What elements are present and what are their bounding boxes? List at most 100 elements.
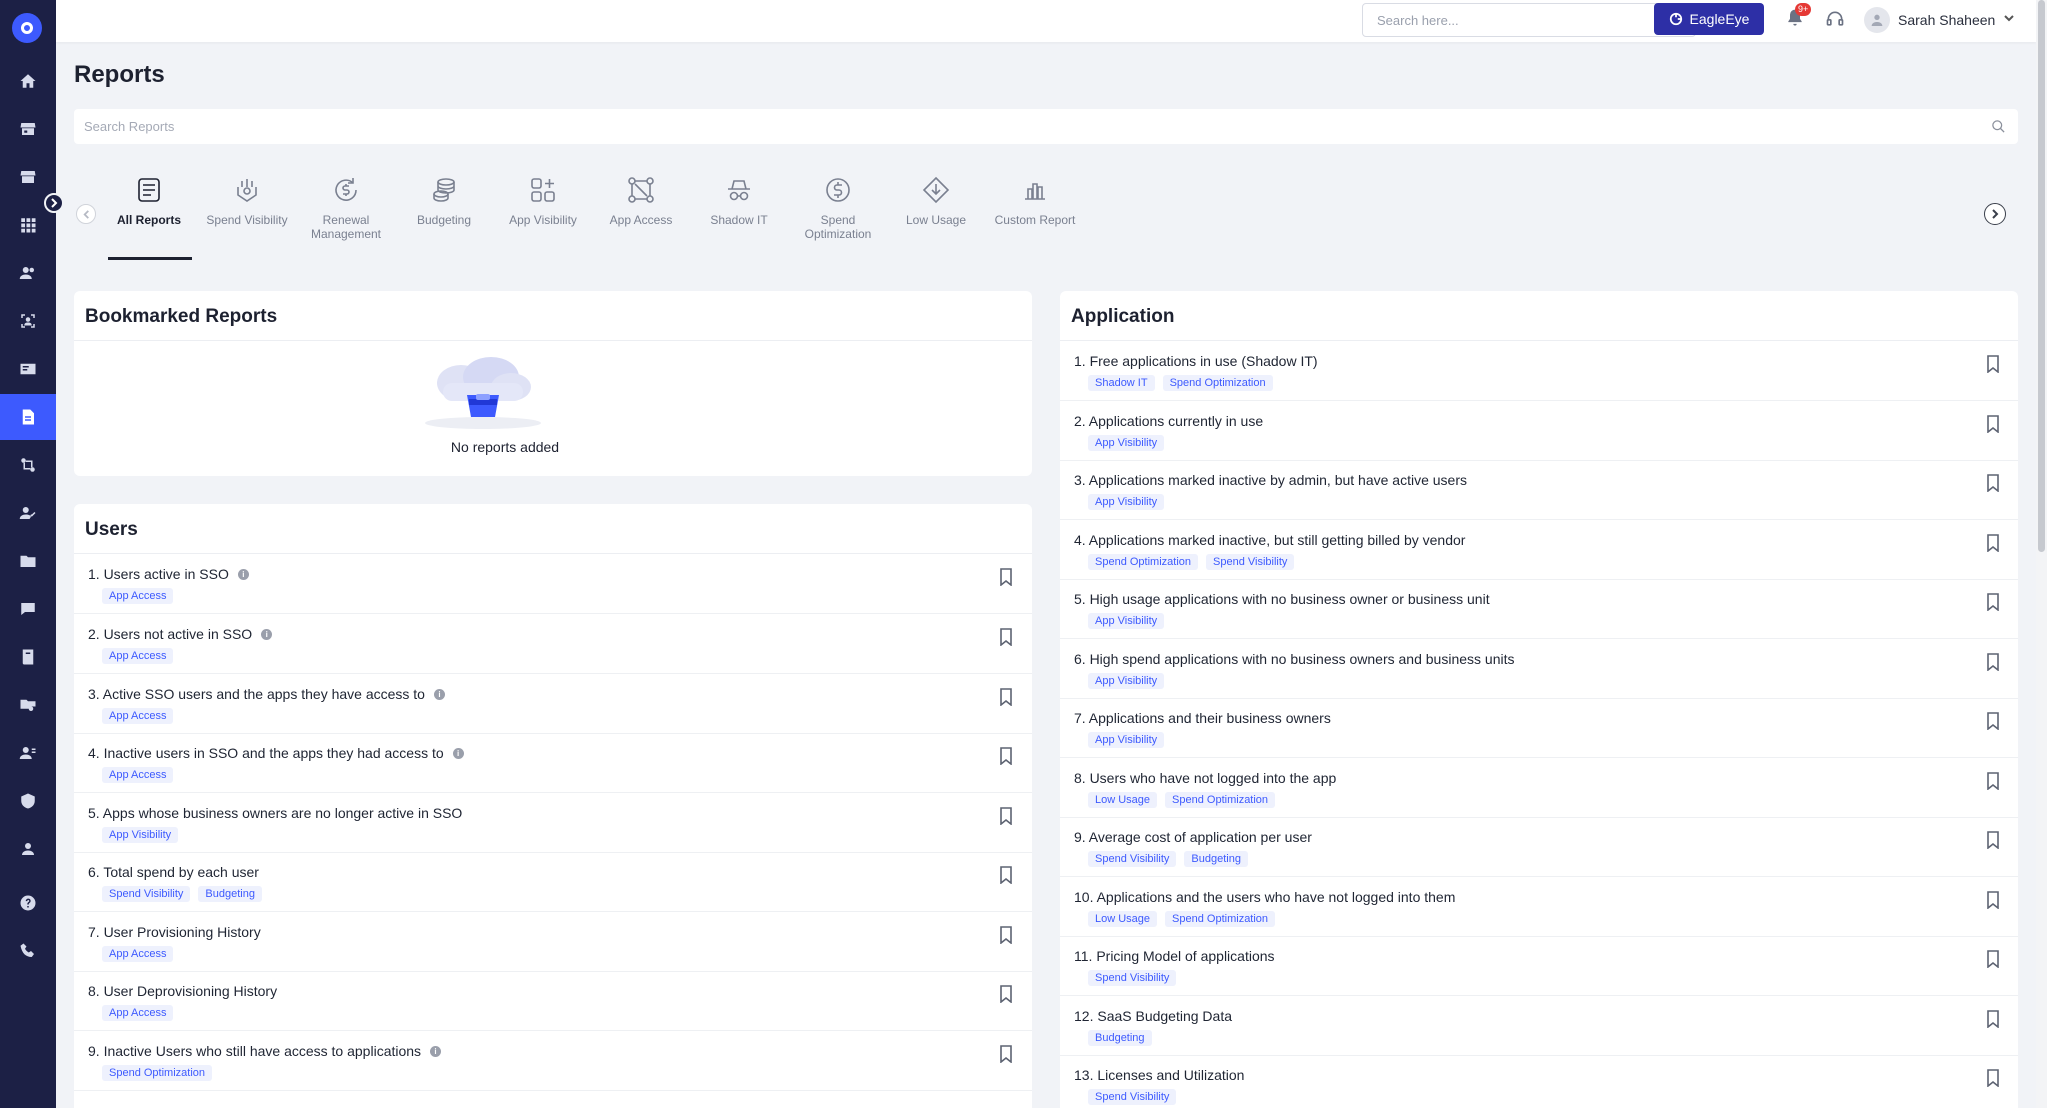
- bookmark-button[interactable]: [999, 568, 1013, 587]
- tag[interactable]: Spend Visibility: [1088, 1089, 1177, 1105]
- tab-app-visibility[interactable]: App Visibility: [494, 175, 592, 259]
- tag[interactable]: Budgeting: [1184, 851, 1248, 867]
- list-item[interactable]: 6. Total spend by each user Spend Visibi…: [74, 852, 1032, 912]
- tag[interactable]: Budgeting: [198, 886, 262, 902]
- bookmark-button[interactable]: [1986, 593, 2000, 612]
- list-item[interactable]: 13. Licenses and Utilization Spend Visib…: [1060, 1055, 2018, 1108]
- tag[interactable]: App Access: [102, 588, 174, 604]
- sidebar-item-help[interactable]: [0, 880, 56, 926]
- category-next-button[interactable]: [1984, 203, 2006, 225]
- sidebar-item-teams[interactable]: [0, 730, 56, 776]
- list-item[interactable]: 9. Inactive Users who still have access …: [74, 1031, 1032, 1091]
- bookmark-button[interactable]: [999, 688, 1013, 707]
- tag[interactable]: App Visibility: [102, 827, 179, 843]
- tag[interactable]: Budgeting: [1088, 1030, 1152, 1046]
- report-title[interactable]: 8. Users who have not logged into the ap…: [1074, 770, 1336, 786]
- tag[interactable]: App Access: [102, 648, 174, 664]
- reports-search-input[interactable]: [74, 109, 1954, 144]
- info-icon[interactable]: i: [261, 628, 273, 640]
- report-title[interactable]: 4. Applications marked inactive, but sti…: [1074, 532, 1465, 548]
- tag[interactable]: Spend Optimization: [1162, 375, 1273, 391]
- list-item[interactable]: 4. Inactive users in SSO and the apps th…: [74, 733, 1032, 793]
- list-item[interactable]: 8. Users who have not logged into the ap…: [1060, 758, 2018, 818]
- report-title[interactable]: 7. User Provisioning History: [88, 924, 261, 940]
- tag[interactable]: Low Usage: [1088, 911, 1158, 927]
- tag[interactable]: App Visibility: [1088, 494, 1165, 510]
- report-title[interactable]: 2. Users not active in SSO: [88, 626, 252, 642]
- tag[interactable]: Spend Optimization: [1165, 911, 1276, 927]
- sidebar-item-access[interactable]: [0, 298, 56, 344]
- list-item[interactable]: 3. Active SSO users and the apps they ha…: [74, 674, 1032, 734]
- report-title[interactable]: 12. SaaS Budgeting Data: [1074, 1008, 1232, 1024]
- report-title[interactable]: 7. Applications and their business owner…: [1074, 710, 1331, 726]
- tab-spend-visibility[interactable]: Spend Visibility: [198, 175, 296, 259]
- tag[interactable]: App Access: [102, 946, 174, 962]
- report-title[interactable]: 1. Free applications in use (Shadow IT): [1074, 353, 1318, 369]
- report-title[interactable]: 8. User Deprovisioning History: [88, 983, 277, 999]
- report-title[interactable]: 3. Active SSO users and the apps they ha…: [88, 686, 425, 702]
- bookmark-button[interactable]: [999, 926, 1013, 945]
- tab-all-reports[interactable]: All Reports: [100, 175, 198, 259]
- tag[interactable]: Low Usage: [1088, 792, 1158, 808]
- tab-renewal-management[interactable]: Renewal Management: [297, 175, 395, 259]
- tag[interactable]: Spend Optimization: [1088, 554, 1198, 570]
- tag[interactable]: App Visibility: [1088, 673, 1165, 689]
- bookmark-button[interactable]: [1986, 1010, 2000, 1029]
- tag[interactable]: Spend Visibility: [1088, 970, 1177, 986]
- sidebar-item-discovery[interactable]: [0, 682, 56, 728]
- report-title[interactable]: 5. Apps whose business owners are no lon…: [88, 805, 462, 821]
- bookmark-button[interactable]: [1986, 772, 2000, 791]
- report-title[interactable]: 11. Pricing Model of applications: [1074, 948, 1275, 964]
- report-title[interactable]: 1. Users active in SSO: [88, 566, 229, 582]
- tag[interactable]: App Visibility: [1088, 732, 1165, 748]
- sidebar-expand-button[interactable]: [44, 193, 64, 213]
- list-item[interactable]: 2. Users not active in SSO i App Access: [74, 614, 1032, 674]
- report-title[interactable]: 4. Inactive users in SSO and the apps th…: [88, 745, 444, 761]
- bookmark-button[interactable]: [1986, 831, 2000, 850]
- tab-shadow-it[interactable]: Shadow IT: [690, 175, 788, 259]
- list-item[interactable]: 5. Apps whose business owners are no lon…: [74, 793, 1032, 853]
- bookmark-button[interactable]: [1986, 355, 2000, 374]
- sidebar-item-files[interactable]: [0, 538, 56, 584]
- bookmark-button[interactable]: [1986, 474, 2000, 493]
- tab-app-access[interactable]: App Access: [592, 175, 690, 259]
- bookmark-button[interactable]: [999, 628, 1013, 647]
- bookmark-button[interactable]: [1986, 534, 2000, 553]
- search-icon[interactable]: [1991, 119, 2006, 134]
- tag[interactable]: App Visibility: [1088, 435, 1165, 451]
- bookmark-button[interactable]: [999, 1045, 1013, 1064]
- tag[interactable]: Spend Visibility: [1206, 554, 1295, 570]
- notifications-button[interactable]: 9+: [1785, 3, 1812, 30]
- bookmark-button[interactable]: [999, 807, 1013, 826]
- list-item[interactable]: 3. Applications marked inactive by admin…: [1060, 460, 2018, 520]
- eagleeye-button[interactable]: EagleEye: [1654, 3, 1764, 35]
- tag[interactable]: Shadow IT: [1088, 375, 1155, 391]
- list-item[interactable]: 11. Pricing Model of applications Spend …: [1060, 936, 2018, 996]
- user-menu[interactable]: Sarah Shaheen: [1864, 5, 2015, 35]
- support-button[interactable]: [1825, 9, 1845, 29]
- bookmark-button[interactable]: [999, 747, 1013, 766]
- bookmark-button[interactable]: [1986, 1069, 2000, 1088]
- tag[interactable]: Spend Visibility: [1088, 851, 1177, 867]
- bookmark-button[interactable]: [999, 985, 1013, 1004]
- tag[interactable]: Spend Optimization: [1165, 792, 1276, 808]
- bookmark-button[interactable]: [1986, 415, 2000, 434]
- list-item[interactable]: 7. Applications and their business owner…: [1060, 698, 2018, 758]
- report-title[interactable]: 3. Applications marked inactive by admin…: [1074, 472, 1467, 488]
- info-icon[interactable]: i: [433, 688, 445, 700]
- report-title[interactable]: 5. High usage applications with no busin…: [1074, 591, 1490, 607]
- list-item[interactable]: 8. User Deprovisioning History App Acces…: [74, 971, 1032, 1031]
- list-item[interactable]: 12. SaaS Budgeting Data Budgeting: [1060, 996, 2018, 1056]
- sidebar-item-users[interactable]: [0, 250, 56, 296]
- sidebar-item-security[interactable]: [0, 778, 56, 824]
- tag[interactable]: App Access: [102, 708, 174, 724]
- list-item[interactable]: 10. Applications and the users who have …: [1060, 877, 2018, 937]
- sidebar-item-reports[interactable]: [0, 394, 56, 440]
- info-icon[interactable]: i: [237, 568, 249, 580]
- category-prev-button[interactable]: [76, 204, 96, 224]
- tab-low-usage[interactable]: Low Usage: [887, 175, 985, 259]
- list-item[interactable]: 1. Users active in SSO i App Access: [74, 554, 1032, 614]
- bookmark-button[interactable]: [1986, 712, 2000, 731]
- scrollbar-thumb[interactable]: [2038, 0, 2045, 552]
- tab-budgeting[interactable]: Budgeting: [395, 175, 493, 259]
